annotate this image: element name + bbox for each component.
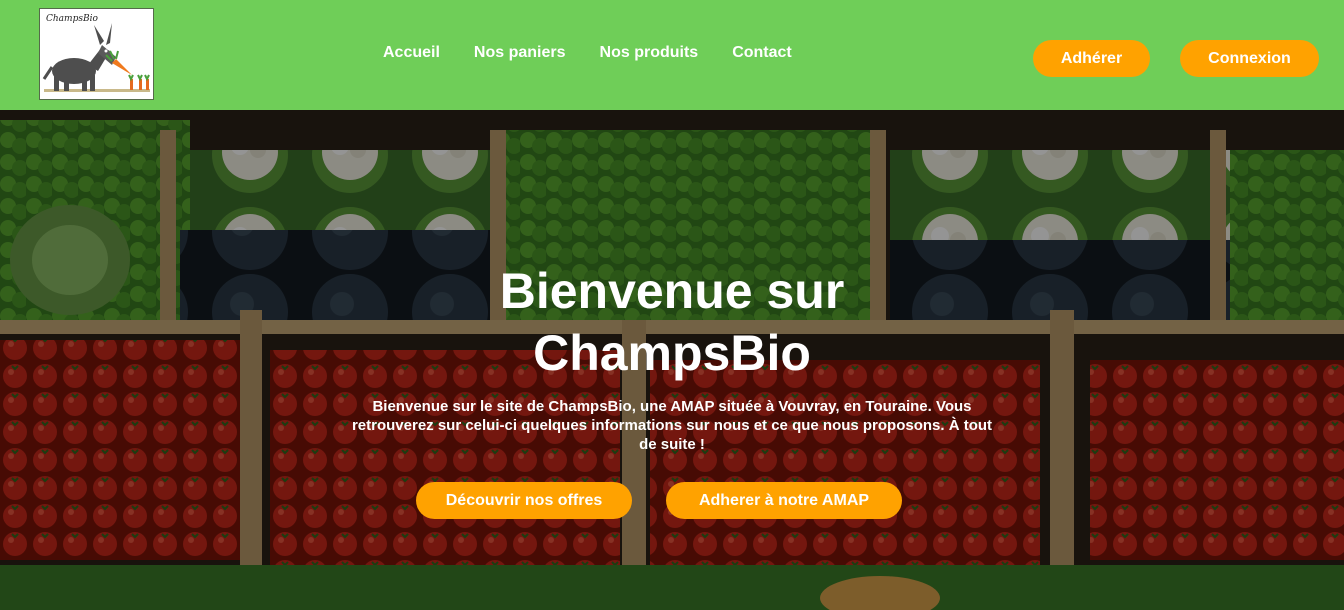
join-button[interactable]: Adhérer — [1033, 40, 1150, 77]
join-amap-button[interactable]: Adherer à notre AMAP — [666, 482, 902, 519]
nav-item-nos-produits[interactable]: Nos produits — [600, 44, 699, 62]
nav-item-accueil[interactable]: Accueil — [383, 44, 440, 62]
login-button[interactable]: Connexion — [1180, 40, 1319, 77]
logo-text: ChampsBio — [46, 14, 98, 24]
site-header: ChampsBio Accueil Nos paniers Nos produi… — [0, 0, 1344, 110]
nav-item-nos-paniers[interactable]: Nos paniers — [474, 44, 566, 62]
hero-description: Bienvenue sur le site de ChampsBio, une … — [351, 398, 993, 453]
hero-section: Bienvenue sur ChampsBio Bienvenue sur le… — [0, 110, 1344, 610]
main-nav: Accueil Nos paniers Nos produits Contact — [383, 44, 792, 62]
logo[interactable]: ChampsBio — [39, 8, 154, 100]
hero-title: Bienvenue sur ChampsBio — [499, 263, 845, 381]
nav-item-contact[interactable]: Contact — [732, 44, 792, 62]
discover-offers-button[interactable]: Découvrir nos offres — [416, 482, 632, 519]
